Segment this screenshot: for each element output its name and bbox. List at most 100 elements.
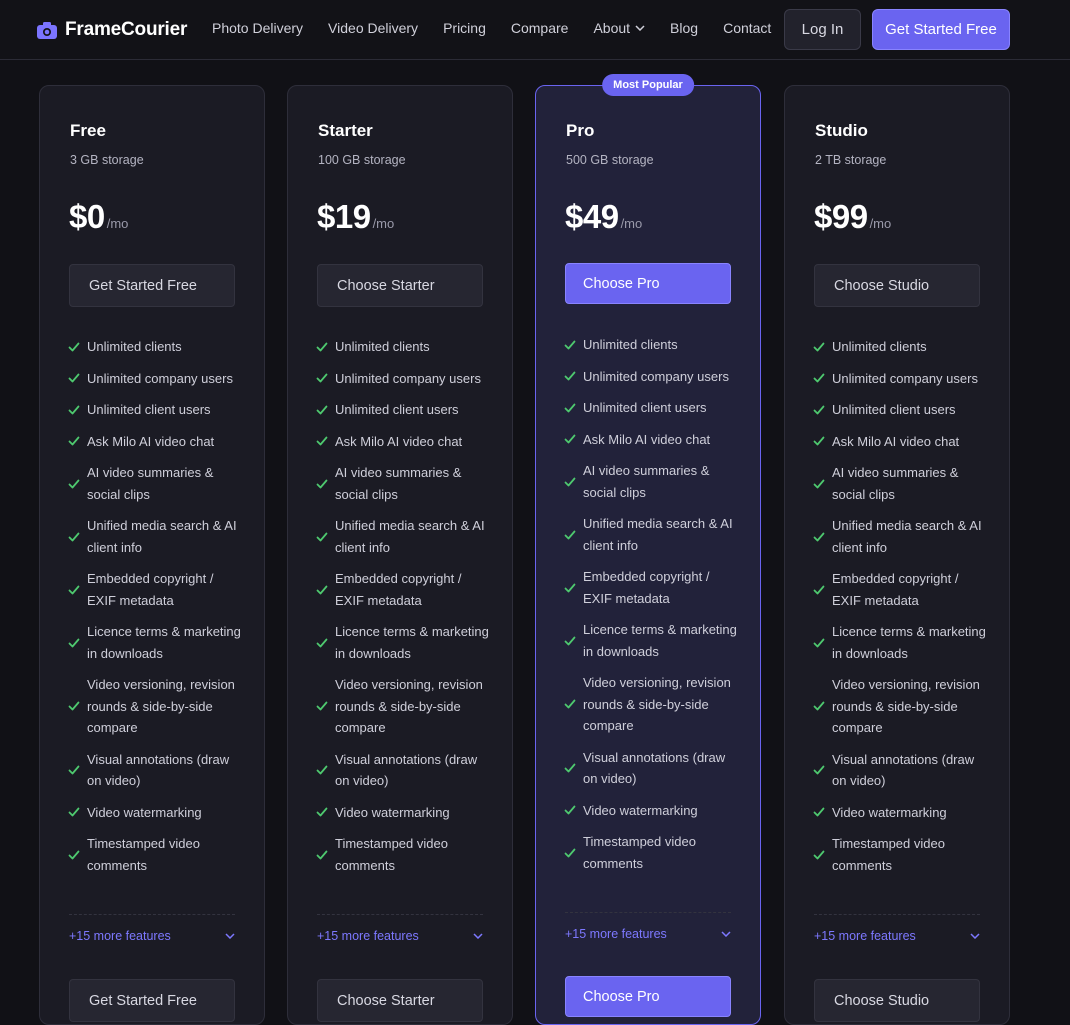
check-icon [68, 342, 80, 352]
get-started-button[interactable]: Get Started Free [872, 9, 1010, 50]
price-period: /mo [106, 216, 129, 231]
check-icon [813, 436, 825, 446]
feature-item: Licence terms & marketing in downloads [316, 621, 491, 664]
feature-text: Visual annotations (draw on video) [87, 751, 230, 789]
feature-item: Video versioning, revision rounds & side… [68, 674, 243, 739]
chevron-down-icon [970, 933, 980, 939]
feature-text: Unlimited company users [87, 370, 233, 386]
check-icon [68, 373, 80, 383]
feature-item: Unlimited clients [68, 336, 243, 358]
feature-item: Licence terms & marketing in downloads [68, 621, 243, 664]
feature-text: Video versioning, revision rounds & side… [335, 677, 483, 735]
check-icon [564, 848, 576, 857]
more-features-toggle[interactable]: +15 more features [565, 926, 731, 942]
feature-text: Unified media search & AI client info [832, 518, 982, 555]
plan-name: Starter [318, 121, 373, 140]
nav-links: Photo Delivery Video Delivery Pricing Co… [212, 20, 796, 36]
check-icon [564, 340, 576, 350]
plan-price: $49 /mo [565, 198, 642, 236]
feature-text: Unlimited clients [583, 337, 678, 352]
check-icon [68, 405, 80, 415]
feature-text: AI video summaries & social clips [87, 465, 214, 502]
feature-text: Video watermarking [87, 804, 202, 820]
check-icon [564, 403, 576, 413]
check-icon [316, 373, 328, 383]
nav-link-photo-delivery[interactable]: Photo Delivery [212, 20, 303, 36]
nav-link-about-label: About [593, 20, 631, 36]
feature-text: Video versioning, revision rounds & side… [87, 677, 235, 735]
brand-logo[interactable]: FrameCourier [37, 18, 187, 42]
check-icon [316, 585, 328, 594]
check-icon [68, 436, 80, 446]
feature-item: AI video summaries & social clips [813, 462, 988, 505]
feature-item: Embedded copyright / EXIF metadata [316, 568, 491, 611]
check-icon [564, 699, 576, 709]
plan-select-button[interactable]: Choose Studio [814, 264, 980, 307]
top-navbar: FrameCourier Photo Delivery Video Delive… [0, 0, 1070, 60]
plan-select-button[interactable]: Choose Pro [565, 263, 731, 304]
more-features-toggle[interactable]: +15 more features [317, 928, 483, 944]
camera-icon [37, 21, 57, 39]
feature-text: Unlimited client users [832, 402, 956, 417]
feature-item: Unified media search & AI client info [316, 515, 491, 558]
more-features-toggle[interactable]: +15 more features [814, 928, 980, 944]
feature-text: Unlimited clients [832, 339, 927, 354]
feature-list: Unlimited clients Unlimited company users… [564, 334, 739, 884]
plan-select-button-bottom[interactable]: Get Started Free [69, 979, 235, 1022]
check-icon [316, 479, 328, 488]
more-features-label: +15 more features [69, 929, 171, 943]
check-icon [813, 479, 825, 488]
feature-text: Embedded copyright / EXIF metadata [335, 571, 462, 608]
chevron-down-icon [721, 931, 731, 937]
feature-text: Embedded copyright / EXIF metadata [87, 571, 214, 608]
feature-item: Unlimited clients [813, 336, 988, 358]
check-icon [564, 371, 576, 381]
feature-item: Video watermarking [68, 802, 243, 824]
check-icon [316, 701, 328, 711]
nav-link-about[interactable]: About [593, 20, 645, 36]
price-period: /mo [869, 216, 892, 231]
feature-item: Visual annotations (draw on video) [68, 749, 243, 792]
feature-item: Video versioning, revision rounds & side… [564, 672, 739, 737]
check-icon [68, 807, 80, 817]
plan-select-button[interactable]: Get Started Free [69, 264, 235, 307]
feature-item: Ask Milo AI video chat [813, 431, 988, 453]
check-icon [316, 405, 328, 415]
feature-item: Unlimited client users [813, 399, 988, 421]
nav-link-contact[interactable]: Contact [723, 20, 771, 36]
price-amount: $19 [317, 198, 371, 235]
price-period: /mo [620, 216, 643, 231]
feature-text: AI video summaries & social clips [832, 465, 959, 502]
nav-link-compare[interactable]: Compare [511, 20, 569, 36]
plan-name: Pro [566, 121, 595, 140]
plan-select-button[interactable]: Choose Starter [317, 264, 483, 307]
feature-divider [317, 914, 483, 915]
plan-name: Studio [815, 121, 868, 140]
more-features-toggle[interactable]: +15 more features [69, 928, 235, 944]
check-icon [564, 434, 576, 444]
plan-select-button-bottom[interactable]: Choose Starter [317, 979, 483, 1022]
feature-text: Licence terms & marketing in downloads [583, 622, 737, 659]
pricing-card-studio: Studio 2 TB storage $99 /mo Choose Studi… [784, 85, 1010, 1025]
login-button[interactable]: Log In [784, 9, 861, 50]
plan-price: $99 /mo [814, 198, 891, 236]
feature-text: Video watermarking [583, 802, 698, 818]
check-icon [813, 701, 825, 711]
check-icon [813, 585, 825, 594]
feature-text: Visual annotations (draw on video) [583, 749, 726, 787]
plan-price: $0 /mo [69, 198, 128, 236]
feature-text: Ask Milo AI video chat [583, 431, 711, 447]
nav-link-video-delivery[interactable]: Video Delivery [328, 20, 418, 36]
price-period: /mo [372, 216, 395, 231]
check-icon [564, 583, 576, 592]
feature-text: Unified media search & AI client info [335, 518, 485, 555]
price-amount: $49 [565, 198, 619, 235]
plan-select-button-bottom[interactable]: Choose Studio [814, 979, 980, 1022]
chevron-down-icon [473, 933, 483, 939]
feature-text: Ask Milo AI video chat [832, 433, 960, 449]
check-icon [564, 477, 576, 486]
nav-link-blog[interactable]: Blog [670, 20, 698, 36]
check-icon [68, 850, 80, 859]
nav-link-pricing[interactable]: Pricing [443, 20, 486, 36]
feature-list: Unlimited clients Unlimited company users… [813, 336, 988, 886]
